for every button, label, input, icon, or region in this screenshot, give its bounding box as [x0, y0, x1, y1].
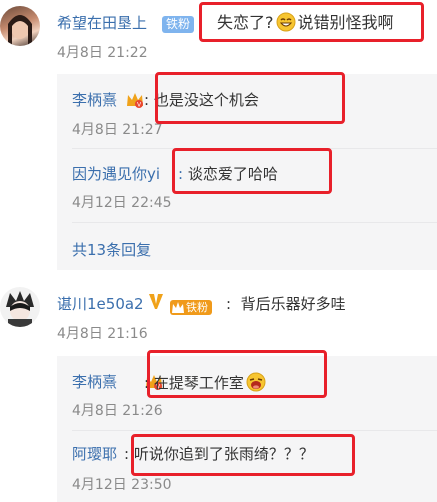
reply-time: 4月8日 21:26	[72, 403, 163, 419]
divider	[72, 430, 437, 431]
fan-badge-label: 铁粉	[170, 300, 212, 315]
comment-time: 4月8日 21:16	[57, 326, 148, 342]
highlight-box	[155, 72, 345, 124]
more-replies-link[interactable]: 共13条回复	[72, 240, 151, 260]
highlight-box	[172, 148, 332, 194]
reply-user-name[interactable]: 李柄熹	[72, 372, 117, 392]
highlight-box	[147, 350, 327, 398]
reply-user-name[interactable]: 李柄熹	[72, 90, 117, 110]
comment-text: : 背后乐器好多哇	[226, 295, 346, 313]
reply-user-name[interactable]: 阿璎耶	[72, 444, 117, 464]
crown-badge-icon: V	[126, 92, 143, 109]
reply-user-name[interactable]: 因为遇见你yi	[72, 164, 160, 184]
comment-user-name[interactable]: 希望在田垦上	[57, 13, 147, 33]
comment-user-name[interactable]: 谌川1e50a2	[57, 294, 144, 314]
comment-time: 4月8日 21:22	[57, 45, 148, 61]
reply-time: 4月12日 23:50	[72, 477, 172, 493]
avatar[interactable]	[0, 6, 40, 46]
fan-badge-text: 铁粉	[186, 301, 208, 314]
fan-badge-label: 铁粉	[162, 16, 195, 33]
highlight-box	[199, 2, 424, 42]
fan-badge: 铁粉	[170, 296, 212, 315]
crown-icon	[172, 302, 184, 313]
comment-text-content: 背后乐器好多哇	[240, 295, 346, 313]
reply-time: 4月8日 21:27	[72, 122, 163, 138]
highlight-box	[131, 434, 355, 476]
reply-time: 4月12日 22:45	[72, 195, 172, 211]
avatar-portrait-icon	[8, 15, 32, 46]
avatar-anime-icon	[6, 291, 34, 327]
fan-badge: 铁粉	[162, 13, 195, 33]
avatar[interactable]	[0, 287, 40, 327]
verified-v-icon	[148, 292, 164, 314]
divider	[72, 222, 437, 223]
